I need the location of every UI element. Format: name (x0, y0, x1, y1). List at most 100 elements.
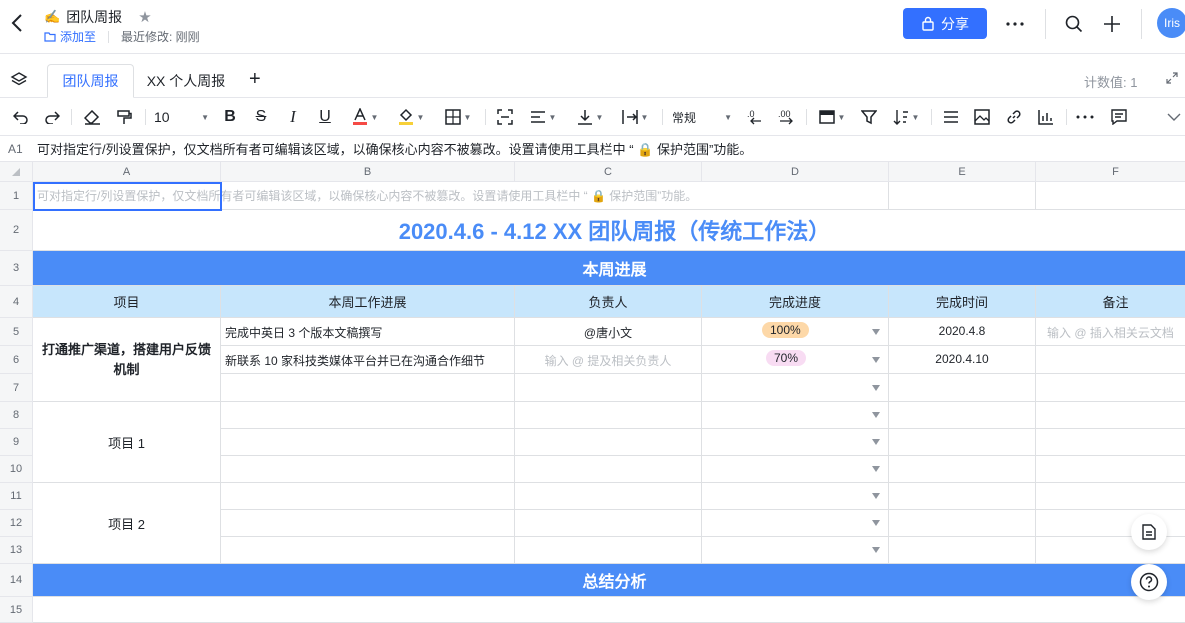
progress-dropdown-cell[interactable]: 100% (702, 318, 889, 346)
column-header[interactable]: F (1036, 162, 1185, 182)
document-icon[interactable] (1131, 514, 1167, 550)
add-sheet-icon[interactable]: + (249, 69, 261, 89)
font-size-select[interactable]: 10 ▼ (154, 105, 209, 129)
grid-cell[interactable] (515, 429, 702, 456)
progress-dropdown-cell[interactable] (702, 483, 889, 510)
share-button[interactable]: 分享 (903, 8, 987, 39)
help-icon[interactable] (1131, 564, 1167, 600)
grid-cell[interactable] (1036, 456, 1185, 483)
more-options-icon[interactable] (1003, 12, 1027, 36)
vertical-align-button[interactable]: ▼ (573, 105, 607, 129)
project-2-cell[interactable]: 项目 2 (33, 483, 221, 564)
column-title-note[interactable]: 备注 (1036, 286, 1185, 318)
number-format-select[interactable]: 常规 ▼ (672, 105, 732, 129)
clear-format-icon[interactable] (80, 105, 104, 129)
border-button[interactable]: ▼ (440, 105, 476, 129)
cell-reference[interactable]: A1 (0, 142, 32, 156)
font-color-button[interactable]: ▼ (348, 105, 382, 129)
dropdown-arrow-icon[interactable] (872, 493, 880, 499)
column-header[interactable]: B (221, 162, 515, 182)
progress-dropdown-cell[interactable] (702, 429, 889, 456)
column-title-date[interactable]: 完成时间 (889, 286, 1036, 318)
fill-color-button[interactable]: ▼ (394, 105, 428, 129)
column-header[interactable]: C (515, 162, 702, 182)
bold-icon[interactable]: B (220, 105, 240, 129)
dropdown-arrow-icon[interactable] (872, 439, 880, 445)
image-icon[interactable] (971, 105, 993, 129)
dropdown-arrow-icon[interactable] (872, 520, 880, 526)
grid-cell[interactable] (515, 402, 702, 429)
comment-icon[interactable] (1108, 105, 1130, 129)
grid-cell[interactable] (889, 456, 1036, 483)
strikethrough-icon[interactable]: S (251, 105, 271, 129)
grid-cell[interactable] (1036, 483, 1185, 510)
grid-cell[interactable] (221, 510, 515, 537)
owner-cell[interactable]: 输入 @ 提及相关负责人 (515, 346, 702, 374)
dropdown-arrow-icon[interactable] (872, 466, 880, 472)
document-title[interactable]: 团队周报 (66, 7, 122, 27)
progress-dropdown-cell[interactable]: 70% (702, 346, 889, 374)
grid-cell[interactable] (889, 510, 1036, 537)
grid-cell[interactable] (889, 483, 1036, 510)
row-height-icon[interactable] (940, 105, 962, 129)
work-progress-cell[interactable]: 完成中英日 3 个版本文稿撰写 (221, 318, 515, 346)
grid-cell[interactable] (515, 537, 702, 564)
note-cell[interactable] (1036, 346, 1185, 374)
decrease-decimal-icon[interactable]: .0 (743, 105, 765, 129)
back-arrow-icon[interactable] (10, 12, 32, 36)
column-header[interactable]: D (702, 162, 889, 182)
italic-icon[interactable]: I (283, 105, 303, 129)
work-progress-cell[interactable]: 新联系 10 家科技类媒体平台并已在沟通合作细节 (221, 346, 515, 374)
grid-cell[interactable] (1036, 374, 1185, 402)
row-header[interactable]: 8 (0, 402, 33, 429)
grid-cell[interactable] (221, 402, 515, 429)
row-header[interactable]: 12 (0, 510, 33, 537)
owner-cell[interactable]: @唐小文 (515, 318, 702, 346)
row-header[interactable]: 13 (0, 537, 33, 564)
row-header[interactable]: 5 (0, 318, 33, 346)
row-header[interactable]: 15 (0, 597, 33, 623)
progress-dropdown-cell[interactable] (702, 537, 889, 564)
filter-icon[interactable] (858, 105, 880, 129)
grid-cell[interactable] (515, 374, 702, 402)
row-header[interactable]: 6 (0, 346, 33, 374)
freeze-button[interactable]: ▼ (815, 105, 849, 129)
grid-cell[interactable] (1036, 182, 1185, 210)
tab-team-weekly[interactable]: 团队周报 (47, 64, 134, 98)
grid-cell[interactable] (515, 456, 702, 483)
grid-cell[interactable] (889, 182, 1036, 210)
column-title-project[interactable]: 项目 (33, 286, 221, 318)
grid-cell[interactable] (515, 483, 702, 510)
row-header[interactable]: 3 (0, 251, 33, 286)
grid-cell[interactable] (33, 597, 1185, 623)
grid-cell[interactable] (1036, 402, 1185, 429)
tab-personal-weekly[interactable]: XX 个人周报 (140, 64, 232, 98)
column-header[interactable]: A (33, 162, 221, 182)
progress-dropdown-cell[interactable] (702, 456, 889, 483)
row-header[interactable]: 10 (0, 456, 33, 483)
row-header[interactable]: 7 (0, 374, 33, 402)
layers-icon[interactable] (10, 71, 28, 92)
dropdown-arrow-icon[interactable] (872, 356, 880, 363)
dropdown-arrow-icon[interactable] (872, 384, 880, 391)
progress-dropdown-cell[interactable] (702, 374, 889, 402)
grid-cell[interactable] (221, 537, 515, 564)
align-button[interactable]: ▼ (526, 105, 560, 129)
underline-icon[interactable]: U (315, 105, 335, 129)
search-icon[interactable] (1062, 12, 1086, 36)
section-header-progress[interactable]: 本周进展 (33, 251, 1185, 286)
grid-cell[interactable] (221, 429, 515, 456)
format-painter-icon[interactable] (113, 105, 135, 129)
star-icon[interactable]: ★ (138, 8, 151, 26)
grid-cell[interactable] (221, 374, 515, 402)
grid-cell[interactable] (221, 456, 515, 483)
progress-dropdown-cell[interactable] (702, 402, 889, 429)
avatar[interactable]: Iris (1157, 8, 1185, 38)
undo-icon[interactable] (10, 105, 32, 129)
dropdown-arrow-icon[interactable] (872, 547, 880, 553)
column-title-work[interactable]: 本周工作进展 (221, 286, 515, 318)
progress-dropdown-cell[interactable] (702, 510, 889, 537)
project-1-cell[interactable]: 项目 1 (33, 402, 221, 483)
text-wrap-button[interactable]: ▼ (618, 105, 652, 129)
row-header[interactable]: 14 (0, 564, 33, 597)
